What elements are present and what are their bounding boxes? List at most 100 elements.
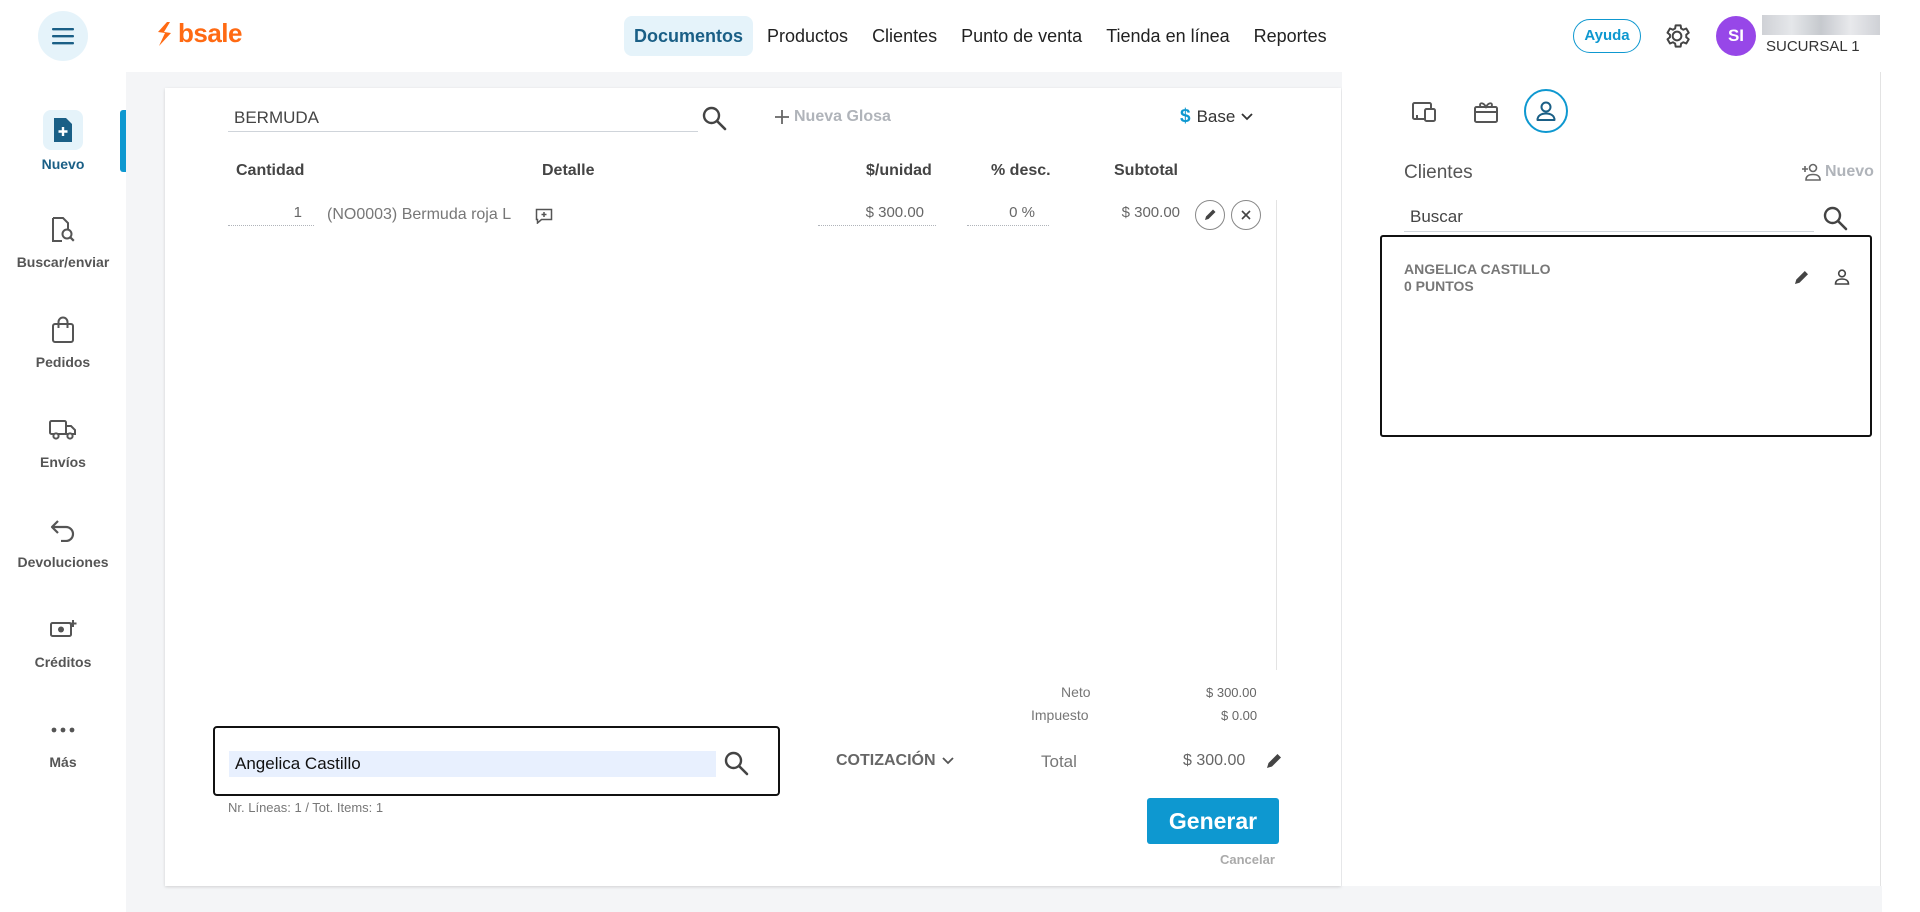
logo-text: bsale <box>178 18 243 48</box>
left-sidebar: Nuevo Buscar/enviar Pedidos Envíos Devol… <box>0 72 126 912</box>
nav-reportes[interactable]: Reportes <box>1244 16 1337 56</box>
nav-documentos[interactable]: Documentos <box>624 16 754 56</box>
column-header-discount: % desc. <box>991 162 1051 179</box>
client-search-box <box>213 726 780 796</box>
plus-icon <box>775 110 789 124</box>
sidebar-item-label: Envíos <box>40 454 86 470</box>
truck-icon <box>47 414 79 446</box>
chevron-down-icon <box>1241 113 1253 121</box>
sidebar-item-envios[interactable]: Envíos <box>0 414 126 470</box>
close-icon <box>1241 210 1251 220</box>
right-divider <box>1880 72 1881 886</box>
add-comment-icon[interactable] <box>535 208 553 224</box>
search-icon[interactable] <box>1821 204 1849 232</box>
money-icon <box>47 614 79 646</box>
gear-icon[interactable] <box>1662 21 1692 51</box>
branch-name: SUCURSAL 1 <box>1766 38 1860 55</box>
new-glosa-button[interactable]: Nueva Glosa <box>774 108 891 126</box>
total-label: Total <box>1041 752 1077 771</box>
new-document-icon <box>43 110 83 150</box>
user-icon[interactable] <box>1832 267 1852 287</box>
price-list-select[interactable]: $ Base <box>1180 106 1253 128</box>
sidebar-item-buscar-enviar[interactable]: Buscar/enviar <box>0 214 126 270</box>
client-search-input[interactable] <box>229 751 716 777</box>
table-divider <box>1276 200 1277 670</box>
quantity-input[interactable]: 1 <box>228 204 314 226</box>
client-name: ANGELICA CASTILLO <box>1404 261 1551 277</box>
bsale-logo-icon <box>158 21 171 46</box>
neto-value: $ 300.00 <box>1206 685 1257 700</box>
new-glosa-label: Nueva Glosa <box>794 108 891 125</box>
clients-title: Clientes <box>1404 162 1473 183</box>
tab-client[interactable] <box>1524 89 1568 133</box>
dollar-icon: $ <box>1180 106 1191 127</box>
neto-label: Neto <box>1061 684 1091 700</box>
main-navigation: Documentos Productos Clientes Punto de v… <box>624 16 1337 56</box>
sidebar-item-label: Nuevo <box>41 156 85 172</box>
nav-productos[interactable]: Productos <box>757 16 858 56</box>
nav-punto-de-venta[interactable]: Punto de venta <box>951 16 1092 56</box>
unit-price-input[interactable]: $ 300.00 <box>818 204 936 226</box>
shopping-bag-icon <box>47 314 79 346</box>
total-value: $ 300.00 <box>1183 752 1246 769</box>
document-type-value: COTIZACIÓN <box>836 752 936 769</box>
delete-row-button[interactable] <box>1231 200 1261 230</box>
detail-text: (NO0003) Bermuda roja L <box>327 206 512 223</box>
new-client-button[interactable]: Nuevo <box>1801 163 1874 181</box>
user-avatar[interactable]: SI <box>1716 16 1756 56</box>
impuesto-label: Impuesto <box>1031 707 1089 723</box>
document-type-select[interactable]: COTIZACIÓN <box>836 752 954 770</box>
line-count: Nr. Líneas: 1 / Tot. Items: 1 <box>228 800 384 815</box>
sidebar-item-label: Más <box>49 754 77 770</box>
tab-gift[interactable] <box>1465 91 1507 133</box>
edit-row-button[interactable] <box>1195 200 1225 230</box>
hamburger-icon <box>52 28 74 45</box>
sidebar-item-devoluciones[interactable]: Devoluciones <box>0 514 126 570</box>
pencil-icon[interactable] <box>1263 750 1285 772</box>
new-client-label: Nuevo <box>1825 163 1874 180</box>
sidebar-item-nuevo[interactable]: Nuevo <box>0 110 126 172</box>
return-arrow-icon <box>47 514 79 546</box>
gift-card-icon <box>1474 102 1498 123</box>
nav-clientes[interactable]: Clientes <box>862 16 947 56</box>
tab-devices[interactable] <box>1404 91 1446 133</box>
sidebar-item-label: Devoluciones <box>17 554 109 570</box>
menu-button[interactable] <box>38 11 88 61</box>
sidebar-item-creditos[interactable]: Créditos <box>0 614 126 670</box>
sidebar-item-label: Pedidos <box>35 354 91 370</box>
impuesto-value: $ 0.00 <box>1221 708 1258 723</box>
top-bar: bsale Documentos Productos Clientes Punt… <box>0 0 1920 72</box>
cancel-link[interactable]: Cancelar <box>1220 852 1275 867</box>
sidebar-item-pedidos[interactable]: Pedidos <box>0 314 126 370</box>
pencil-icon[interactable] <box>1792 267 1812 287</box>
pencil-icon <box>1205 209 1216 220</box>
user-icon <box>1536 101 1556 121</box>
price-list-value: Base <box>1196 107 1236 126</box>
discount-input[interactable]: 0 % <box>967 204 1049 226</box>
chevron-down-icon <box>941 757 954 765</box>
search-icon[interactable] <box>722 749 750 777</box>
more-icon <box>47 714 79 746</box>
help-button[interactable]: Ayuda <box>1573 19 1641 53</box>
column-header-unit-price: $/unidad <box>866 162 932 179</box>
bsale-logo[interactable]: bsale <box>154 18 243 49</box>
sidebar-item-label: Créditos <box>34 654 92 670</box>
right-margin <box>1882 72 1920 912</box>
nav-tienda-en-linea[interactable]: Tienda en línea <box>1096 16 1239 56</box>
sidebar-item-mas[interactable]: Más <box>0 714 126 770</box>
search-icon[interactable] <box>700 104 728 132</box>
client-list-search-input[interactable]: Buscar <box>1404 204 1814 232</box>
subtotal-value: $ 300.00 <box>1121 204 1180 221</box>
search-document-icon <box>47 214 79 246</box>
client-info: ANGELICA CASTILLO 0 PUNTOS <box>1404 261 1550 295</box>
generate-button[interactable]: Generar <box>1147 798 1279 844</box>
column-header-subtotal: Subtotal <box>1114 162 1178 179</box>
client-points: 0 PUNTOS <box>1404 278 1474 294</box>
client-card[interactable]: ANGELICA CASTILLO 0 PUNTOS <box>1380 235 1872 437</box>
devices-icon <box>1412 102 1436 122</box>
sidebar-item-label: Buscar/enviar <box>16 254 110 270</box>
column-header-detail: Detalle <box>542 162 595 179</box>
product-search-input[interactable]: BERMUDA <box>228 102 698 132</box>
add-user-icon <box>1802 163 1821 181</box>
user-name-redacted <box>1762 15 1880 35</box>
